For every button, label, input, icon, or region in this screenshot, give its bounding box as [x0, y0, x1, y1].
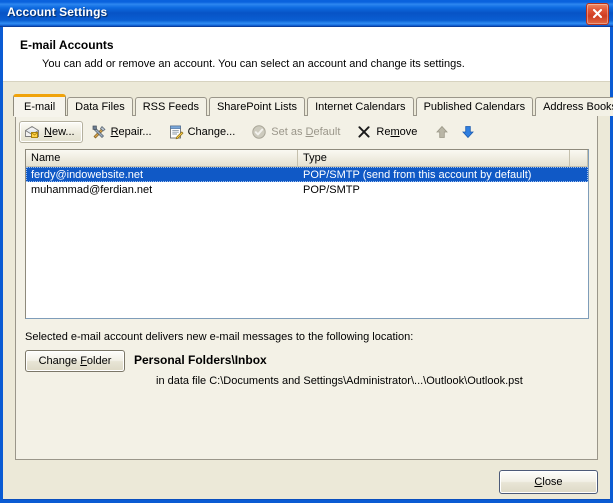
- account-settings-dialog: Account Settings E-mail Accounts You can…: [0, 0, 613, 503]
- close-dialog-label: Close: [534, 476, 563, 488]
- close-icon: [592, 8, 603, 19]
- delivery-location-label: Selected e-mail account delivers new e-m…: [25, 331, 414, 343]
- close-window-button[interactable]: [586, 3, 609, 25]
- change-account-label: Change...: [187, 126, 236, 138]
- email-tab-panel: New... Repair... Change... Set as Defaul…: [15, 115, 598, 460]
- tab-sharepoint-lists[interactable]: SharePoint Lists: [208, 97, 306, 116]
- tab-published-calendars[interactable]: Published Calendars: [415, 97, 534, 116]
- change-account-button[interactable]: Change...: [163, 121, 244, 143]
- accounts-toolbar: New... Repair... Change... Set as Defaul…: [17, 118, 480, 146]
- title-bar: Account Settings: [0, 0, 613, 27]
- check-circle-icon: [252, 125, 266, 139]
- tab-email[interactable]: E-mail: [13, 94, 67, 117]
- page-subtitle: You can add or remove an account. You ca…: [42, 58, 465, 70]
- new-account-label: New...: [44, 126, 75, 138]
- repair-tools-icon: [92, 125, 106, 139]
- delivery-data-file: in data file C:\Documents and Settings\A…: [156, 375, 523, 387]
- change-properties-icon: [169, 125, 184, 140]
- tab-internet-calendars[interactable]: Internet Calendars: [307, 97, 414, 116]
- arrow-down-icon: [462, 126, 475, 139]
- page-title: E-mail Accounts: [20, 38, 114, 52]
- tab-rss-feeds[interactable]: RSS Feeds: [134, 97, 207, 116]
- move-up-button[interactable]: [430, 120, 454, 144]
- accounts-list-header: Name Type: [26, 150, 588, 167]
- set-as-default-button[interactable]: Set as Default: [246, 121, 348, 143]
- table-row[interactable]: ferdy@indowebsite.net POP/SMTP (send fro…: [26, 167, 588, 182]
- remove-account-button[interactable]: Remove: [351, 121, 425, 143]
- new-account-button[interactable]: New...: [19, 121, 83, 143]
- delivery-folder-path: Personal Folders\Inbox: [134, 353, 267, 367]
- accounts-list[interactable]: Name Type ferdy@indowebsite.net POP/SMTP…: [25, 149, 589, 319]
- change-folder-label: Change Folder: [38, 355, 112, 367]
- new-mail-icon: [25, 125, 39, 138]
- remove-x-icon: [358, 126, 370, 138]
- change-folder-button[interactable]: Change Folder: [25, 350, 125, 372]
- column-header-filler: [570, 150, 588, 166]
- account-name: muhammad@ferdian.net: [31, 183, 153, 196]
- arrow-up-icon: [436, 125, 449, 138]
- move-down-button[interactable]: [456, 120, 480, 144]
- close-dialog-button[interactable]: Close: [499, 470, 598, 494]
- account-type: POP/SMTP: [303, 183, 360, 196]
- set-as-default-label: Set as Default: [271, 126, 341, 138]
- tab-address-books[interactable]: Address Books: [535, 97, 613, 116]
- tab-data-files[interactable]: Data Files: [67, 97, 133, 116]
- dialog-client-area: E-mail Accounts You can add or remove an…: [3, 27, 613, 500]
- account-type: POP/SMTP (send from this account by defa…: [303, 168, 532, 181]
- table-row[interactable]: muhammad@ferdian.net POP/SMTP: [26, 182, 588, 197]
- repair-account-button[interactable]: Repair...: [86, 121, 160, 143]
- tab-strip: E-mail Data Files RSS Feeds SharePoint L…: [13, 94, 613, 117]
- repair-account-label: Repair...: [110, 126, 152, 138]
- window-title: Account Settings: [7, 5, 108, 19]
- column-header-name[interactable]: Name: [26, 150, 298, 166]
- account-name: ferdy@indowebsite.net: [31, 168, 144, 181]
- header-band: E-mail Accounts You can add or remove an…: [3, 27, 610, 82]
- column-header-type[interactable]: Type: [298, 150, 570, 166]
- remove-account-label: Remove: [376, 126, 418, 138]
